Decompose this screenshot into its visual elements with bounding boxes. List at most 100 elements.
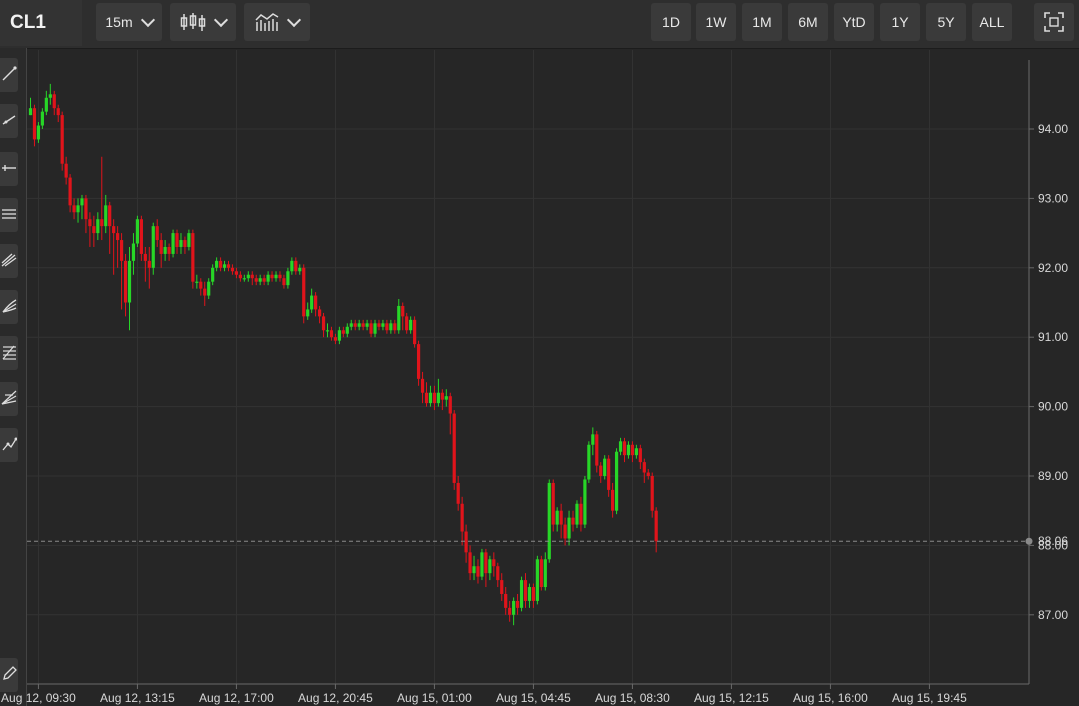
- candle-body: [274, 274, 278, 279]
- candle: [607, 455, 611, 497]
- candle: [72, 198, 76, 220]
- candle: [389, 319, 393, 334]
- candle-body: [472, 566, 476, 574]
- candle: [270, 271, 274, 282]
- candle-body: [64, 163, 68, 178]
- candle-body: [519, 580, 524, 608]
- candle-body: [100, 219, 104, 227]
- candle: [48, 83, 52, 105]
- x-tick-label: Aug 12, 13:15: [100, 691, 175, 705]
- candle: [310, 288, 314, 313]
- candle-body: [500, 580, 504, 594]
- candle-body: [207, 281, 211, 296]
- candle-body: [84, 198, 88, 220]
- candle: [456, 476, 460, 511]
- candle: [116, 226, 120, 268]
- candle: [163, 240, 167, 261]
- candle: [68, 174, 72, 213]
- candle-body: [579, 503, 583, 525]
- candle: [361, 319, 365, 331]
- candle-body: [460, 503, 464, 532]
- candle: [480, 548, 484, 581]
- candle-body: [468, 552, 472, 574]
- candle: [40, 108, 44, 129]
- candle: [258, 274, 262, 286]
- candle: [488, 555, 492, 581]
- candle-body: [211, 267, 215, 282]
- candle: [611, 482, 615, 518]
- candle-body: [88, 219, 92, 227]
- candle-body: [512, 600, 516, 615]
- candle-body: [329, 330, 334, 338]
- candle: [409, 316, 413, 334]
- candle-body: [444, 396, 448, 400]
- candle: [32, 104, 37, 147]
- candle: [60, 111, 64, 171]
- candle: [44, 90, 48, 116]
- candle: [119, 233, 124, 310]
- candle-body: [480, 552, 484, 577]
- candle: [444, 389, 448, 407]
- candle: [203, 281, 207, 306]
- candle-body: [603, 458, 607, 476]
- candle-body: [155, 226, 159, 241]
- candle: [523, 573, 528, 608]
- x-tick-label: Aug 12, 17:00: [199, 691, 274, 705]
- candle-body: [424, 392, 429, 404]
- candle-body: [452, 413, 456, 483]
- candle: [357, 319, 361, 331]
- candle: [290, 257, 294, 275]
- candle: [464, 524, 468, 563]
- candle: [381, 319, 385, 331]
- candle: [88, 212, 92, 247]
- candle-body: [40, 111, 44, 126]
- candle: [92, 215, 96, 247]
- candle: [460, 496, 464, 546]
- y-tick-label: 90.00: [1038, 400, 1068, 414]
- candle: [476, 559, 480, 584]
- candle: [230, 264, 235, 275]
- candle-body: [440, 392, 444, 400]
- candle-body: [353, 323, 357, 327]
- candle: [496, 562, 500, 588]
- candle-body: [436, 392, 440, 404]
- candle-body: [298, 267, 302, 272]
- candle-body: [369, 323, 373, 334]
- candle-body: [92, 226, 96, 234]
- candle: [626, 441, 631, 459]
- candle-body: [282, 278, 286, 286]
- candle: [539, 555, 543, 591]
- candle: [191, 229, 195, 289]
- candle-body: [139, 219, 143, 254]
- candle: [337, 326, 341, 345]
- candle: [535, 555, 539, 605]
- candle: [650, 472, 654, 518]
- candle: [222, 260, 227, 272]
- candle-body: [385, 323, 389, 331]
- candle-body: [294, 260, 298, 272]
- candle-body: [191, 233, 195, 282]
- candle: [215, 257, 219, 272]
- candle-body: [226, 264, 231, 268]
- candle: [195, 274, 199, 289]
- candle: [508, 600, 512, 622]
- candle: [151, 222, 155, 275]
- price-chart[interactable]: 94.0093.0092.0091.0090.0089.0088.0087.00…: [0, 0, 1079, 706]
- candle: [634, 444, 638, 459]
- candle-body: [32, 108, 37, 140]
- candle-body: [341, 330, 345, 334]
- candle-body: [72, 205, 76, 213]
- candle: [428, 385, 433, 407]
- candle: [512, 597, 516, 626]
- candle: [286, 267, 290, 289]
- candle: [595, 430, 599, 473]
- candle-body: [567, 517, 571, 539]
- x-tick-label: Aug 15, 12:15: [694, 691, 769, 705]
- candle: [80, 194, 84, 220]
- candle-body: [618, 441, 623, 452]
- candle-body: [175, 233, 179, 247]
- candle-body: [246, 274, 250, 279]
- candle-body: [523, 580, 528, 601]
- candle: [377, 319, 381, 331]
- candle: [218, 257, 223, 272]
